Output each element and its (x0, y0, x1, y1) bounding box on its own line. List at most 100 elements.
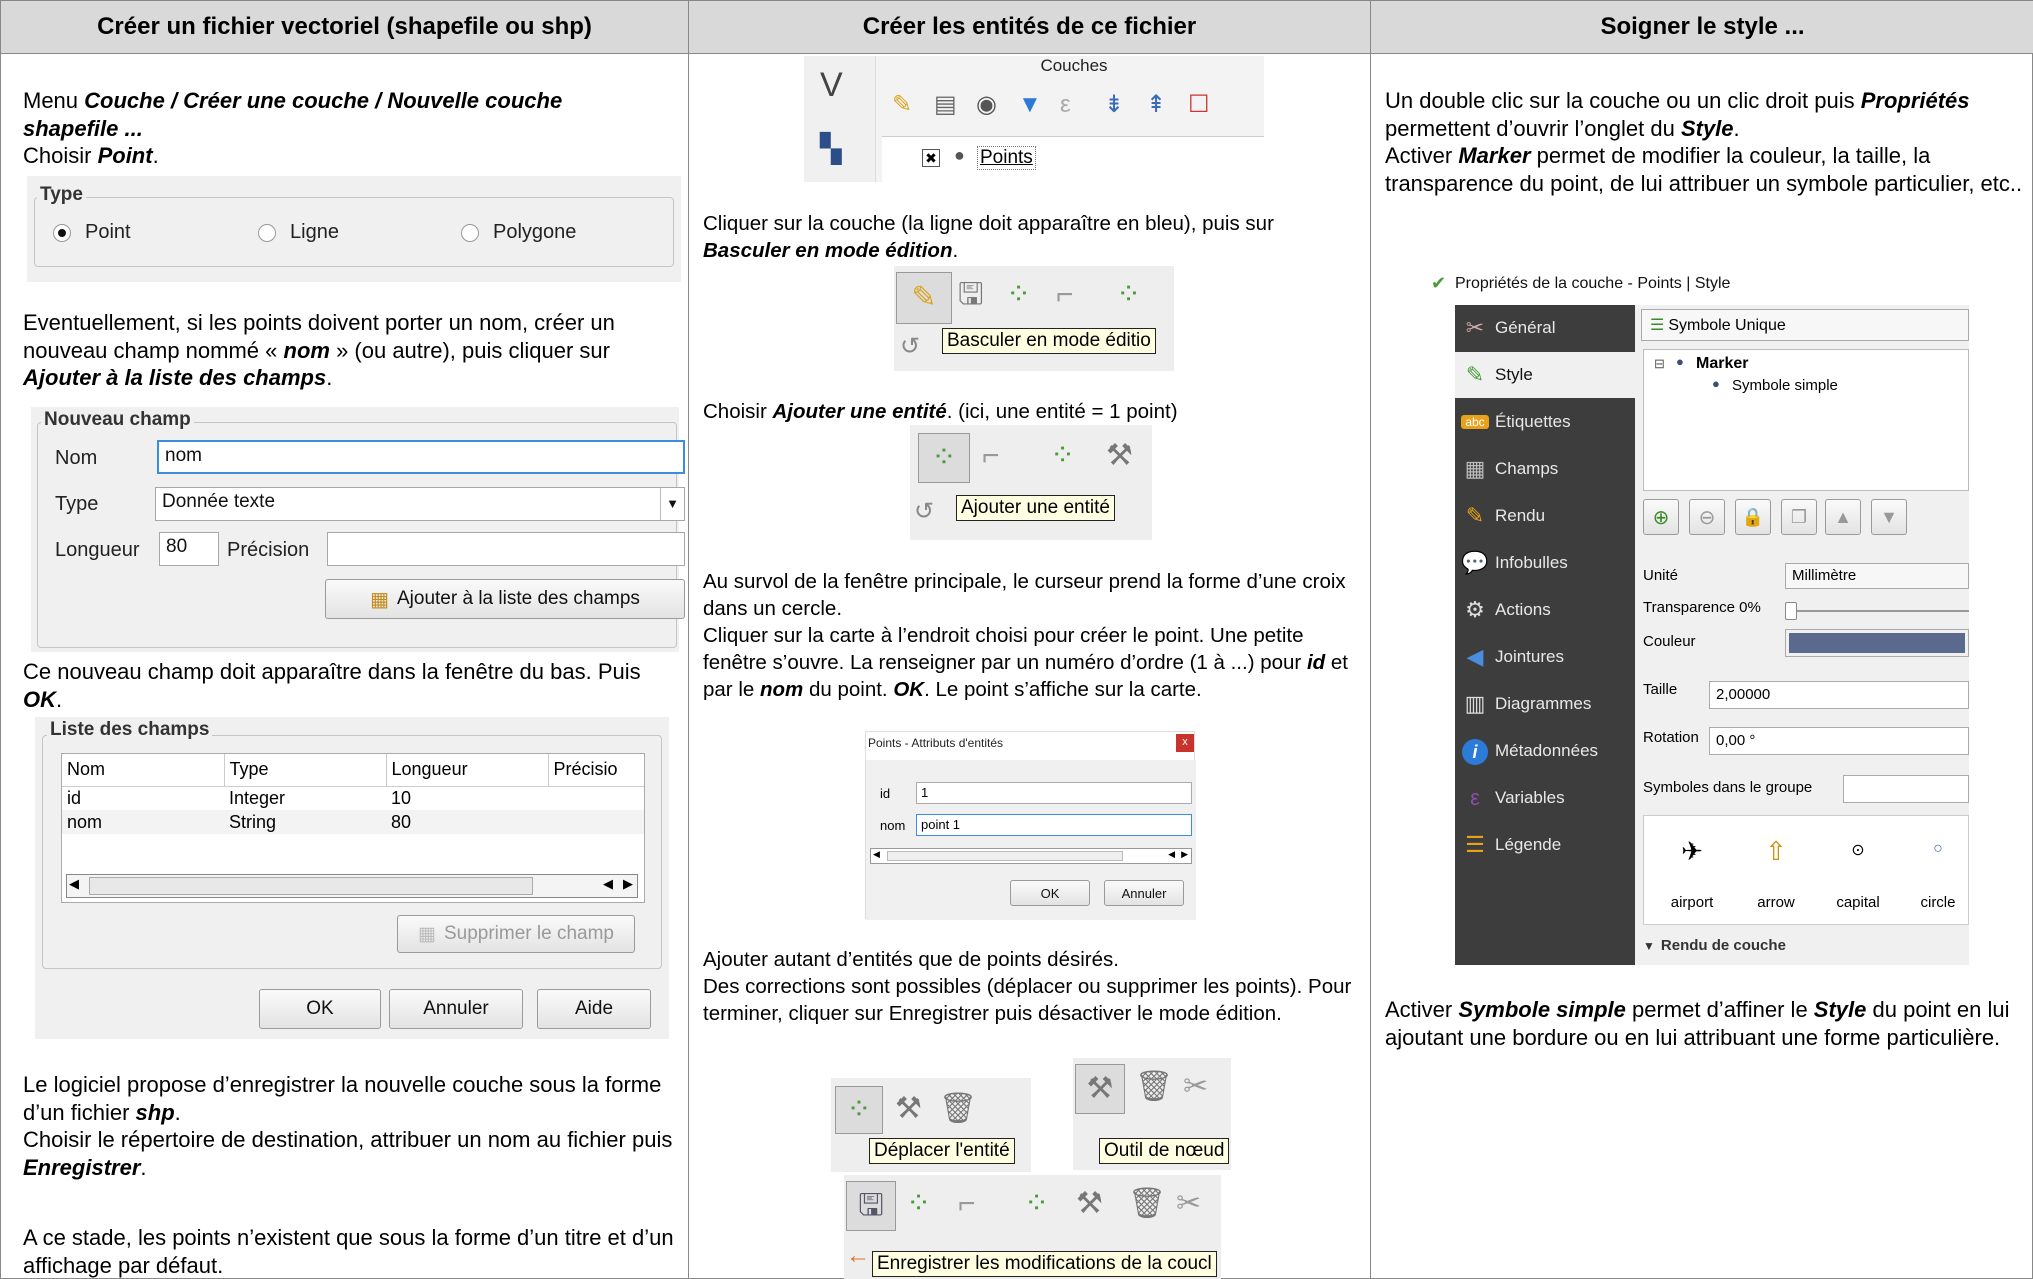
sidebar-item-rendering[interactable]: ✎ Rendu (1455, 493, 1635, 539)
scroll-right-icon[interactable]: ▶ (1181, 849, 1188, 860)
visibility-icon[interactable]: ◉ (976, 88, 997, 122)
delete-icon[interactable]: 🗑 (939, 1092, 977, 1126)
rotation-input[interactable]: 0,00 ° (1709, 727, 1969, 755)
ok-button[interactable]: OK (259, 989, 381, 1029)
type-select[interactable]: Donnée texte ▼ (155, 487, 685, 521)
remove-layer-icon[interactable]: ☐ (1188, 88, 1210, 122)
add-feature-icon[interactable]: ⁘ (918, 433, 970, 483)
radio-ligne[interactable] (258, 224, 276, 242)
precision-input[interactable] (327, 532, 685, 566)
duplicate-icon[interactable]: ❐ (1781, 499, 1817, 535)
layer-checkbox[interactable]: ✖ (922, 149, 940, 167)
size-input[interactable]: 2,00000 (1709, 681, 1969, 709)
scroll-thumb[interactable] (89, 877, 533, 895)
radio-point[interactable] (53, 224, 71, 242)
move-up-icon[interactable]: ▲ (1825, 499, 1861, 535)
symbols-group-select[interactable] (1843, 775, 1969, 803)
node-tool-icon[interactable]: ⌐ (982, 439, 1000, 473)
add-feature-icon[interactable]: ⁘ (1006, 278, 1031, 312)
name-input[interactable]: nom (157, 440, 685, 474)
new-raster-layer-icon[interactable]: ▚ (820, 132, 842, 166)
scroll-left-icon[interactable]: ◀ (603, 876, 613, 892)
collapse-all-icon[interactable]: ⇞ (1146, 88, 1166, 122)
remove-layer-icon[interactable]: ⊖ (1689, 499, 1725, 535)
lock-icon[interactable]: 🔒 (1735, 499, 1771, 535)
add-layer-icon[interactable]: ⊕ (1643, 499, 1679, 535)
layer-render-section[interactable]: ▼ Rendu de couche (1643, 937, 1786, 954)
close-button[interactable]: x (1176, 734, 1194, 752)
delete-field-button[interactable]: ▦ Supprimer le champ (397, 915, 635, 953)
id-input[interactable]: 1 (916, 782, 1192, 804)
move-feature-icon[interactable]: ⁘ (1050, 439, 1075, 473)
airport-icon[interactable]: ✈ (1656, 836, 1728, 867)
column-header[interactable]: Précisio (548, 754, 644, 787)
vertex-tool-icon[interactable]: ⚒ (895, 1092, 922, 1126)
circle-icon[interactable]: ○ (1902, 840, 1974, 858)
delete-icon[interactable]: 🗑 (1128, 1187, 1166, 1221)
sidebar-item-fields[interactable]: ▦ Champs (1455, 446, 1635, 492)
cut-icon[interactable]: ✂ (1176, 1187, 1201, 1221)
move-feature-icon[interactable]: ⁘ (1024, 1187, 1049, 1221)
horizontal-scrollbar[interactable]: ◀ ◀ ▶ (870, 848, 1192, 864)
column-header[interactable]: Longueur (386, 754, 549, 787)
nom-input[interactable]: point 1 (916, 814, 1192, 836)
arrow-icon[interactable]: ⇧ (1740, 836, 1812, 867)
sidebar-item-diagrams[interactable]: ▥ Diagrammes (1455, 681, 1635, 727)
scroll-left-icon[interactable]: ◀ (1168, 849, 1175, 860)
node-tool-icon[interactable]: ⌐ (958, 1187, 976, 1221)
sidebar-item-variables[interactable]: ε Variables (1455, 775, 1635, 821)
cut-icon[interactable]: ✂ (1183, 1070, 1208, 1104)
color-button[interactable] (1785, 629, 1969, 657)
sidebar-item-actions[interactable]: ⚙ Actions (1455, 587, 1635, 633)
scroll-thumb[interactable] (887, 851, 1123, 861)
scroll-left-icon[interactable]: ◀ (69, 876, 79, 892)
new-vector-layer-icon[interactable]: V (820, 68, 843, 102)
transparency-slider[interactable] (1785, 602, 1969, 620)
unit-select[interactable]: Millimètre (1785, 563, 1969, 589)
filter-icon[interactable]: ▼ (1018, 88, 1042, 122)
cancel-button[interactable]: Annuler (389, 989, 523, 1029)
collapse-icon[interactable]: ⊟ (1654, 356, 1665, 372)
node-tool-icon[interactable]: ⌐ (1056, 278, 1074, 312)
column-header[interactable]: Type (224, 754, 387, 787)
save-edits-icon[interactable]: 🖫 (958, 278, 984, 312)
sidebar-item-style[interactable]: ✎ Style (1455, 352, 1635, 398)
renderer-select[interactable]: ☰ Symbole Unique (1641, 309, 1969, 341)
table-row[interactable]: id Integer 10 (62, 786, 644, 810)
save-edits-icon[interactable]: 🖫 (846, 1181, 896, 1231)
layer-item-points[interactable]: Points (977, 146, 1036, 170)
add-field-button[interactable]: ▦ Ajouter à la liste des champs (325, 579, 685, 619)
move-feature-icon[interactable]: ⁘ (1116, 278, 1141, 312)
table-row[interactable]: nom String 80 (62, 810, 644, 834)
toggle-edit-icon[interactable]: ✎ (896, 272, 952, 324)
slider-handle[interactable] (1785, 602, 1797, 620)
cancel-button[interactable]: Annuler (1104, 880, 1184, 906)
length-input[interactable]: 80 (159, 532, 219, 566)
style-icon[interactable]: ✎ (892, 88, 912, 122)
radio-polygone[interactable] (461, 224, 479, 242)
capital-icon[interactable]: ⊙ (1822, 840, 1894, 860)
sidebar-item-joins[interactable]: ◀ Jointures (1455, 634, 1635, 680)
add-feature-icon[interactable]: ⁘ (906, 1187, 931, 1221)
move-down-icon[interactable]: ▼ (1871, 499, 1907, 535)
vertex-tool-icon[interactable]: ⚒ (1075, 1064, 1125, 1114)
column-header[interactable]: Nom (62, 754, 225, 787)
expand-all-icon[interactable]: ⇟ (1104, 88, 1124, 122)
help-button[interactable]: Aide (537, 989, 651, 1029)
tree-item-simple-symbol[interactable]: Symbole simple (1732, 377, 1838, 394)
move-feature-icon[interactable]: ⁘ (835, 1086, 883, 1134)
tree-item-marker[interactable]: Marker (1696, 355, 1748, 373)
sidebar-item-general[interactable]: ✂ Général (1455, 305, 1635, 351)
sidebar-item-tooltips[interactable]: 💬 Infobulles (1455, 540, 1635, 586)
vertex-tool-icon[interactable]: ⚒ (1076, 1187, 1103, 1221)
sidebar-item-metadata[interactable]: i Métadonnées (1455, 728, 1635, 774)
vertex-tool-icon[interactable]: ⚒ (1106, 439, 1133, 473)
ok-button[interactable]: OK (1010, 880, 1090, 906)
sidebar-item-legend[interactable]: ☰ Légende (1455, 822, 1635, 868)
scroll-right-icon[interactable]: ▶ (623, 876, 633, 892)
expression-icon[interactable]: ε (1060, 88, 1071, 122)
horizontal-scrollbar[interactable]: ◀ ◀ ▶ (66, 874, 638, 898)
sidebar-item-labels[interactable]: abc Étiquettes (1455, 399, 1635, 445)
scroll-left-icon[interactable]: ◀ (873, 849, 880, 860)
delete-icon[interactable]: 🗑 (1135, 1070, 1173, 1104)
